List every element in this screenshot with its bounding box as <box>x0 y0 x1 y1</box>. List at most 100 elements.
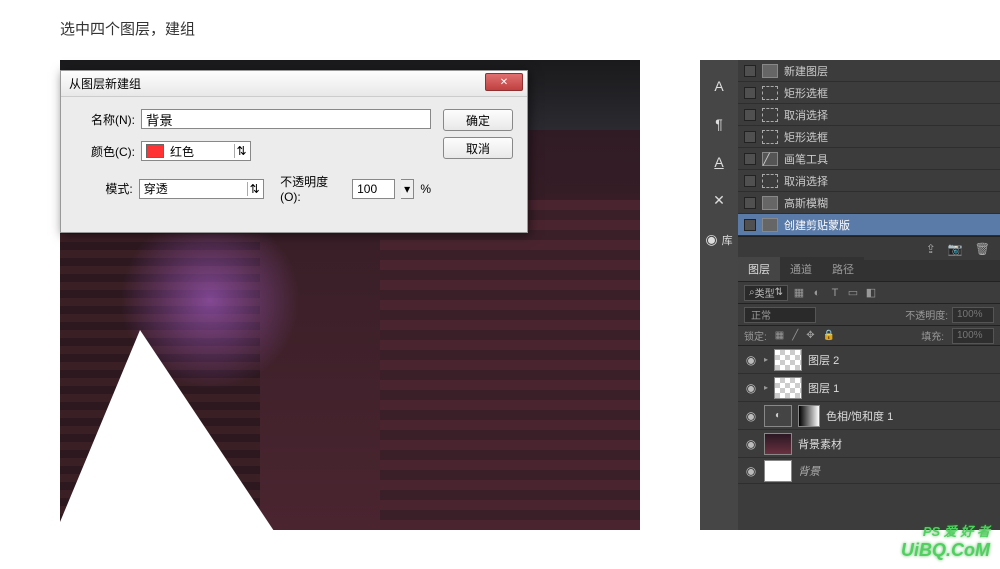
libraries-panel-icon[interactable]: ◉库 <box>705 231 732 248</box>
color-label: 颜色(C): <box>75 143 135 160</box>
history-checkbox[interactable] <box>744 109 756 121</box>
layer-row[interactable]: ◉ ◐ 色相/饱和度 1 <box>738 402 1000 430</box>
layers-blend-row: 正常 不透明度: 100% <box>738 304 1000 326</box>
tab-channels[interactable]: 通道 <box>780 257 822 281</box>
name-input[interactable] <box>141 109 431 129</box>
layer-opacity-input[interactable]: 100% <box>952 307 994 323</box>
lock-brush-icon[interactable]: ╱ <box>792 330 798 341</box>
collapsed-panel-dock: A ¶ A ✕ ◉库 <box>700 60 738 530</box>
cancel-button[interactable]: 取消 <box>443 137 513 159</box>
layers-filter-bar: ⌕ 类型 ⇅ ▦ ◐ T ▭ ◧ <box>738 282 1000 304</box>
history-checkbox[interactable] <box>744 131 756 143</box>
layer-name[interactable]: 图层 1 <box>808 380 994 396</box>
layers-panel-tabs: 图层 通道 路径 <box>738 260 1000 282</box>
layer-fill-input[interactable]: 100% <box>952 328 994 344</box>
history-item[interactable]: 矩形选框 <box>738 126 1000 148</box>
layer-name[interactable]: 背景素材 <box>798 436 994 452</box>
history-item[interactable]: 矩形选框 <box>738 82 1000 104</box>
history-checkbox[interactable] <box>744 219 756 231</box>
history-checkbox[interactable] <box>744 87 756 99</box>
layer-name[interactable]: 背景 <box>798 463 994 479</box>
layer-row[interactable]: ◉ 背景素材 <box>738 430 1000 458</box>
color-value: 红色 <box>170 143 194 160</box>
brush-icon: ╱ <box>762 152 778 166</box>
opacity-dropdown[interactable]: ▾ <box>401 179 415 199</box>
chevron-down-icon: ⇅ <box>247 182 261 196</box>
fill-label: 填充: <box>921 328 944 343</box>
name-label: 名称(N): <box>75 111 135 128</box>
layer-thumbnail[interactable] <box>774 377 802 399</box>
close-icon: ✕ <box>500 77 508 88</box>
floor-triangle <box>60 330 300 530</box>
blend-mode-select[interactable]: 正常 <box>744 307 816 323</box>
dialog-title-text: 从图层新建组 <box>69 75 141 92</box>
layer-row[interactable]: ◉ ▸ 图层 2 <box>738 346 1000 374</box>
tab-layers[interactable]: 图层 <box>738 257 780 281</box>
visibility-toggle[interactable]: ◉ <box>744 437 758 451</box>
layer-name[interactable]: 色相/饱和度 1 <box>826 408 994 424</box>
history-checkbox[interactable] <box>744 197 756 209</box>
history-checkbox[interactable] <box>744 175 756 187</box>
history-item[interactable]: 高斯模糊 <box>738 192 1000 214</box>
new-group-dialog: 从图层新建组 ✕ 名称(N): 颜色(C): 红色 ⇅ 模式: 穿透 ⇅ <box>60 70 528 233</box>
mode-value: 穿透 <box>144 180 168 197</box>
filter-adjust-icon[interactable]: ◐ <box>810 287 824 299</box>
history-item[interactable]: ╱画笔工具 <box>738 148 1000 170</box>
filter-kind-select[interactable]: ⌕ 类型 ⇅ <box>744 285 788 301</box>
snapshot-icon[interactable]: ⇪ <box>926 242 936 256</box>
dialog-titlebar[interactable]: 从图层新建组 ✕ <box>61 71 527 97</box>
photoshop-right-panels: A ¶ A ✕ ◉库 新建图层 矩形选框 取消选择 矩形选框 ╱画笔工具 取消选… <box>700 60 1000 530</box>
marquee-icon <box>762 130 778 144</box>
clip-arrow-icon: ▸ <box>764 355 768 364</box>
ok-button[interactable]: 确定 <box>443 109 513 131</box>
paragraph-panel-icon[interactable]: ¶ <box>715 116 723 132</box>
history-checkbox[interactable] <box>744 153 756 165</box>
filter-pixel-icon[interactable]: ▦ <box>792 286 806 299</box>
page-caption: 选中四个图层，建组 <box>60 18 195 39</box>
visibility-toggle[interactable]: ◉ <box>744 381 758 395</box>
history-item-selected[interactable]: 创建剪贴蒙版 <box>738 214 1000 236</box>
marquee-icon <box>762 108 778 122</box>
history-item[interactable]: 取消选择 <box>738 104 1000 126</box>
filter-type-icon[interactable]: T <box>828 287 842 299</box>
lock-pixels-icon[interactable]: ▦ <box>775 330 784 341</box>
layer-mask-thumbnail[interactable] <box>798 405 820 427</box>
character-panel-icon[interactable]: A <box>714 78 723 94</box>
lock-label: 锁定: <box>744 328 767 343</box>
layer-thumbnail[interactable] <box>764 433 792 455</box>
layer-icon <box>762 196 778 210</box>
layer-name[interactable]: 图层 2 <box>808 352 994 368</box>
visibility-toggle[interactable]: ◉ <box>744 464 758 478</box>
filter-shape-icon[interactable]: ▭ <box>846 286 860 299</box>
tab-paths[interactable]: 路径 <box>822 257 864 281</box>
mode-select[interactable]: 穿透 ⇅ <box>139 179 264 199</box>
visibility-toggle[interactable]: ◉ <box>744 409 758 423</box>
lock-move-icon[interactable]: ✥ <box>806 330 814 341</box>
history-checkbox[interactable] <box>744 65 756 77</box>
opacity-label: 不透明度: <box>905 307 948 322</box>
layer-icon <box>762 218 778 232</box>
layer-icon <box>762 64 778 78</box>
history-item[interactable]: 新建图层 <box>738 60 1000 82</box>
opacity-suffix: % <box>420 182 431 196</box>
color-swatch-red <box>146 144 164 158</box>
marquee-icon <box>762 174 778 188</box>
layer-row-background[interactable]: ◉ 背景 <box>738 458 1000 484</box>
history-panel: 新建图层 矩形选框 取消选择 矩形选框 ╱画笔工具 取消选择 高斯模糊 创建剪贴… <box>738 60 1000 260</box>
history-item[interactable]: 取消选择 <box>738 170 1000 192</box>
filter-smart-icon[interactable]: ◧ <box>864 286 878 299</box>
brick-wall-right <box>380 200 640 530</box>
camera-icon[interactable]: 📷 <box>948 242 963 256</box>
layer-thumbnail[interactable] <box>774 349 802 371</box>
tools-panel-icon[interactable]: ✕ <box>713 192 725 209</box>
layer-row[interactable]: ◉ ▸ 图层 1 <box>738 374 1000 402</box>
close-button[interactable]: ✕ <box>485 73 523 91</box>
lock-all-icon[interactable]: 🔒 <box>823 330 835 341</box>
color-select[interactable]: 红色 ⇅ <box>141 141 251 161</box>
visibility-toggle[interactable]: ◉ <box>744 353 758 367</box>
adjustment-icon[interactable]: ◐ <box>764 405 792 427</box>
layer-thumbnail[interactable] <box>764 460 792 482</box>
trash-icon[interactable]: 🗑 <box>975 242 990 256</box>
opacity-input[interactable]: 100 <box>352 179 395 199</box>
glyphs-panel-icon[interactable]: A <box>714 154 723 170</box>
